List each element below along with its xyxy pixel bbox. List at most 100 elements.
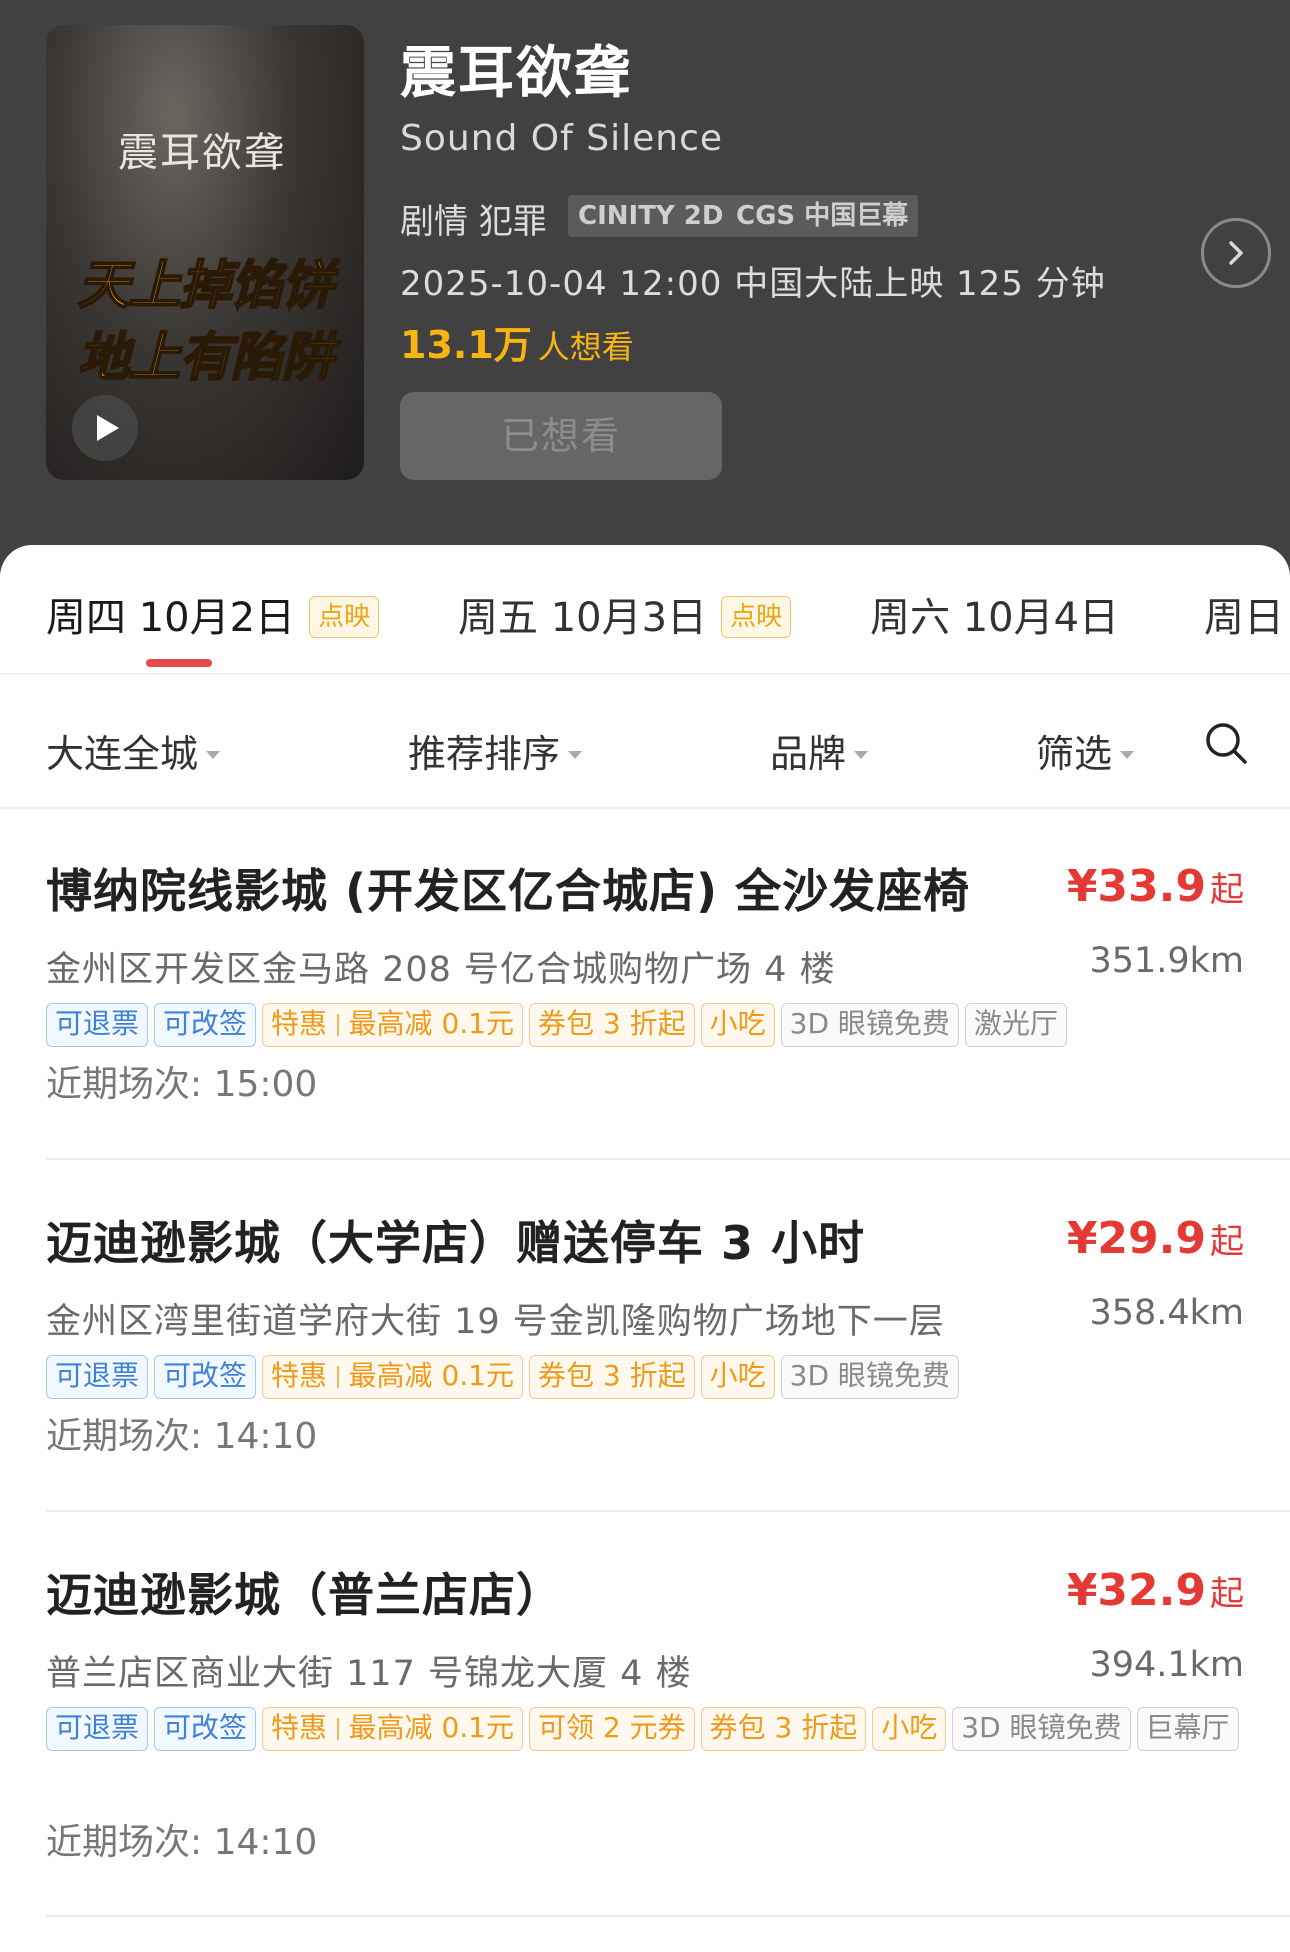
tag-coupon: 可领 2 元券 — [528, 1707, 695, 1751]
cinema-name: 迈迪逊影城（大学店）赠送停车 3 小时 — [46, 1216, 866, 1270]
tag-laser-hall: 激光厅 — [964, 1003, 1067, 1047]
preview-tag: 点映 — [721, 596, 792, 638]
play-icon — [97, 415, 119, 441]
tag-separator — [337, 1366, 339, 1388]
format-badge-cgs: CGS 中国巨幕 — [726, 195, 919, 237]
poster-slogan-1: 天上掉馅饼 — [76, 255, 334, 317]
format-badge-cinity: CINITY 2D — [568, 195, 734, 237]
price-suffix: 起 — [1210, 870, 1244, 910]
divider — [46, 1510, 1290, 1512]
tag-change: 可改签 — [154, 1707, 257, 1751]
tag-coupon-pack: 券包 3 折起 — [528, 1003, 695, 1047]
divider — [46, 1915, 1290, 1917]
tag-deal: 特惠 最高减 0.1元 — [262, 1707, 523, 1751]
tag-separator — [337, 1014, 339, 1036]
recent-showtime: 近期场次: 15:00 — [46, 1064, 318, 1105]
tag-deal-label: 特惠 — [271, 1711, 328, 1744]
tag-coupon-pack: 券包 3 折起 — [528, 1355, 695, 1399]
tag-snack: 小吃 — [700, 1355, 775, 1399]
cinema-distance: 394.1km — [1089, 1645, 1244, 1685]
date-tab-sat[interactable]: 周六 10月4日 — [870, 585, 1119, 643]
cinema-distance: 358.4km — [1089, 1293, 1244, 1333]
caret-down-icon — [854, 751, 869, 759]
cinema-name: 迈迪逊影城（普兰店店） — [46, 1568, 563, 1622]
divider — [0, 807, 1290, 809]
date-tab-label: 周日 — [1204, 595, 1284, 641]
recent-showtime: 近期场次: 14:10 — [46, 1416, 318, 1457]
tag-deal: 特惠 最高减 0.1元 — [262, 1355, 523, 1399]
tag-3d-glasses: 3D 眼镜免费 — [780, 1355, 959, 1399]
divider — [0, 673, 1290, 675]
price-suffix: 起 — [1210, 1574, 1244, 1614]
cinema-address: 金州区开发区金马路 208 号亿合城购物广场 4 楼 — [46, 950, 836, 990]
preview-tag: 点映 — [309, 596, 380, 638]
release-info: 2025-10-04 12:00 中国大陆上映 125 分钟 — [400, 264, 1106, 304]
movie-title: 震耳欲聋 — [400, 41, 632, 106]
city-filter-label: 大连全城 — [46, 732, 199, 776]
cinema-price: ¥33.9 起 — [1067, 861, 1244, 912]
tag-deal-detail: 最高减 0.1元 — [348, 1359, 514, 1392]
tag-separator — [337, 1718, 339, 1740]
cinema-name: 博纳院线影城 (开发区亿合城店) 全沙发座椅 — [46, 864, 971, 918]
date-tab-label: 周六 10月4日 — [870, 595, 1120, 641]
movie-detail-button[interactable] — [1201, 218, 1271, 288]
recent-showtime: 近期场次: 14:10 — [46, 1822, 318, 1863]
want-suffix: 人想看 — [537, 328, 634, 366]
price-value: ¥32.9 — [1066, 1565, 1206, 1616]
chevron-right-icon — [1229, 241, 1243, 265]
cinema-distance: 351.9km — [1089, 941, 1244, 981]
tag-deal-detail: 最高减 0.1元 — [348, 1711, 514, 1744]
price-value: ¥33.9 — [1066, 861, 1206, 912]
tag-refund: 可退票 — [46, 1707, 149, 1751]
divider — [46, 1158, 1290, 1160]
want-count: 13.1万 人想看 — [400, 314, 634, 369]
want-number: 13.1万 — [400, 323, 532, 367]
tag-deal-label: 特惠 — [271, 1007, 328, 1040]
date-tab-label: 周四 10月2日 — [46, 595, 296, 641]
movie-poster[interactable]: 震耳欲聋 天上掉馅饼 地上有陷阱 — [46, 25, 364, 480]
active-tab-indicator — [146, 659, 212, 667]
caret-down-icon — [206, 751, 221, 759]
tag-coupon-pack: 券包 3 折起 — [700, 1707, 867, 1751]
tag-refund: 可退票 — [46, 1355, 149, 1399]
tag-imax-hall: 巨幕厅 — [1136, 1707, 1239, 1751]
more-filter-label: 筛选 — [1036, 732, 1113, 776]
play-trailer-button[interactable] — [72, 395, 138, 461]
tag-snack: 小吃 — [700, 1003, 775, 1047]
movie-english-title: Sound Of Silence — [400, 118, 724, 159]
tag-deal: 特惠 最高减 0.1元 — [262, 1003, 523, 1047]
cinema-tags: 可退票 可改签 特惠 最高减 0.1元 可领 2 元券 券包 3 折起 小吃 3D 眼镜免费巨… — [46, 1707, 1246, 1761]
cinema-price: ¥29.9 起 — [1067, 1213, 1244, 1264]
caret-down-icon — [568, 751, 583, 759]
cinema-list-sheet: 周四 10月2日 点映 周五 10月3日 点映 周六 10月4日 周日 大连全城 推… — [0, 545, 1290, 1952]
sort-filter-label: 推荐排序 — [408, 732, 561, 776]
city-filter[interactable]: 大连全城 — [46, 723, 221, 778]
want-button[interactable]: 已想看 — [400, 392, 722, 480]
poster-title: 震耳欲聋 — [118, 130, 286, 176]
cinema-tags: 可退票 可改签 特惠 最高减 0.1元 券包 3 折起 小吃 3D 眼镜免费 激光厅 — [46, 1003, 1246, 1057]
more-filter[interactable]: 筛选 — [1036, 723, 1135, 778]
search-button[interactable] — [1204, 721, 1248, 769]
cinema-price: ¥32.9 起 — [1067, 1565, 1244, 1616]
tag-change: 可改签 — [154, 1355, 257, 1399]
brand-filter[interactable]: 品牌 — [770, 723, 869, 778]
brand-filter-label: 品牌 — [770, 732, 847, 776]
price-suffix: 起 — [1210, 1222, 1244, 1262]
date-tab-thu[interactable]: 周四 10月2日 点映 — [46, 585, 380, 643]
tag-change: 可改签 — [154, 1003, 257, 1047]
tag-snack: 小吃 — [872, 1707, 947, 1751]
tag-refund: 可退票 — [46, 1003, 149, 1047]
tag-deal-label: 特惠 — [271, 1359, 328, 1392]
poster-slogan-2: 地上有陷阱 — [76, 327, 334, 389]
cinema-address: 普兰店区商业大街 117 号锦龙大厦 4 楼 — [46, 1654, 692, 1694]
price-value: ¥29.9 — [1066, 1213, 1206, 1264]
date-tab-sun[interactable]: 周日 — [1204, 585, 1284, 643]
sort-filter[interactable]: 推荐排序 — [408, 723, 583, 778]
tag-3d-glasses: 3D 眼镜免费 — [952, 1707, 1131, 1751]
caret-down-icon — [1120, 751, 1135, 759]
tag-3d-glasses: 3D 眼镜免费 — [780, 1003, 959, 1047]
date-tab-fri[interactable]: 周五 10月3日 点映 — [458, 585, 792, 643]
date-tab-label: 周五 10月3日 — [458, 595, 708, 641]
cinema-address: 金州区湾里街道学府大街 19 号金凯隆购物广场地下一层 — [46, 1302, 945, 1342]
movie-genres: 剧情 犯罪 — [400, 202, 547, 242]
